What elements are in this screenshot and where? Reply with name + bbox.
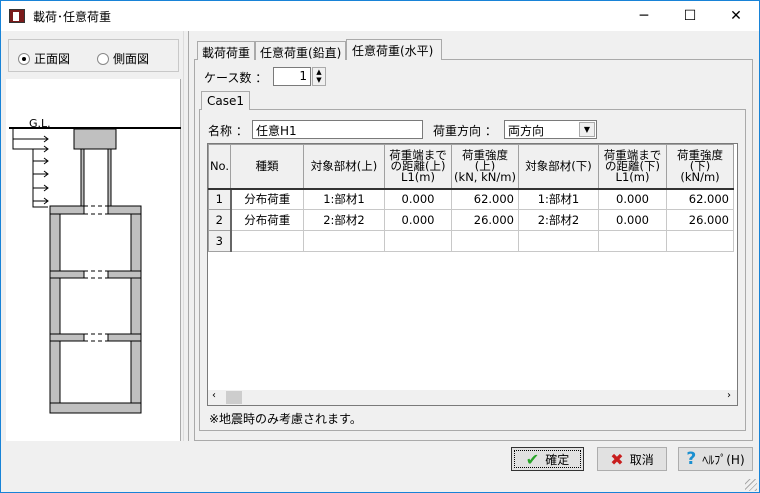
app-icon (9, 9, 25, 23)
cell-dist-top[interactable]: 0.000 (384, 188, 452, 210)
title-bar: 載荷･任意荷重 ─ ☐ ✕ (1, 1, 759, 31)
note-text: ※地震時のみ考慮されます。 (209, 412, 362, 426)
name-label: 名称 ： (208, 124, 248, 138)
header-line: 対象部材(下) (525, 158, 592, 173)
cell-dist-bottom[interactable]: 0.000 (598, 209, 667, 231)
load-block (12, 129, 48, 150)
cell-intensity-bottom[interactable] (666, 230, 734, 252)
radio-label: 正面図 (34, 52, 71, 66)
dialog-window: 載荷･任意荷重 ─ ☐ ✕ 正面図 側面図 G.L. 載荷荷重 任意荷重(鉛直)… (0, 0, 760, 493)
cell-intensity-bottom[interactable]: 62.000 (666, 188, 734, 210)
help-label: ﾍﾙﾌﾟ(H) (702, 452, 745, 467)
scroll-right-icon[interactable]: › (727, 390, 731, 401)
window-title: 載荷･任意荷重 (33, 10, 112, 24)
tab-arbitrary-horizontal[interactable]: 任意荷重(水平) (346, 39, 443, 60)
tab-loading-load[interactable]: 載荷荷重 (197, 41, 256, 60)
panel-splitter[interactable] (183, 31, 189, 441)
cell-type[interactable]: 分布荷重 (230, 209, 304, 231)
name-input[interactable]: 任意H1 (252, 120, 423, 139)
maximize-button[interactable]: ☐ (667, 1, 713, 31)
scroll-thumb[interactable] (226, 391, 242, 404)
cell-dist-bottom[interactable] (598, 230, 667, 252)
cell-member-top[interactable] (303, 230, 385, 252)
cell-intensity-top[interactable]: 26.000 (451, 209, 519, 231)
cell-member-top[interactable]: 2:部材2 (303, 209, 385, 231)
column-header[interactable]: 種類 (230, 144, 304, 190)
header-line: L1(m) (401, 169, 435, 184)
row-header[interactable]: 3 (208, 230, 232, 252)
cell-dist-top[interactable]: 0.000 (384, 209, 452, 231)
column-header[interactable]: No. (208, 144, 231, 190)
row-header[interactable]: 2 (208, 209, 232, 231)
load-table: No. 種類 対象部材(上) 荷重端まで の距離(上) L1(m) 荷重強度 (上) (kN, … (207, 143, 738, 406)
case-count-input[interactable]: 1 (273, 67, 311, 86)
cell-type[interactable] (230, 230, 304, 252)
cell-dist-top[interactable] (384, 230, 452, 252)
table-header-row: No. 種類 対象部材(上) 荷重端まで の距離(上) L1(m) 荷重強度 (上) (kN, … (208, 144, 734, 190)
direction-select[interactable]: 両方向 ▼ (504, 120, 597, 139)
table-row: 3 (208, 230, 734, 252)
case-count-spinner[interactable]: ▲ ▼ (312, 67, 326, 86)
help-button[interactable]: ? ﾍﾙﾌﾟ(H) (678, 447, 753, 471)
table-row: 1 分布荷重 1:部材1 0.000 62.000 1:部材1 0.000 62.000 (208, 188, 734, 210)
header-line: L1(m) (615, 169, 650, 184)
tab-case1[interactable]: Case1 (201, 91, 251, 110)
cell-intensity-top[interactable]: 62.000 (451, 188, 519, 210)
column-header[interactable]: 対象部材(上) (303, 144, 385, 190)
header-line: (kN/m) (680, 169, 720, 184)
cell-intensity-top[interactable] (451, 230, 519, 252)
ok-button[interactable]: ✔ 確定 (511, 447, 584, 471)
direction-value: 両方向 (508, 124, 545, 138)
scroll-left-icon[interactable]: ‹ (212, 390, 216, 401)
radio-label: 側面図 (113, 52, 150, 66)
cancel-button[interactable]: ✖ 取消 (597, 447, 667, 471)
header-line: No. (209, 158, 230, 173)
view-radio-group: 正面図 側面図 (8, 39, 179, 72)
close-button[interactable]: ✕ (713, 1, 759, 31)
cell-member-top[interactable]: 1:部材1 (303, 188, 385, 210)
header-line: 種類 (255, 158, 279, 173)
pile-cap (73, 128, 117, 150)
column-header[interactable]: 荷重強度 (下) (kN/m) (666, 144, 734, 190)
radio-side-view[interactable]: 側面図 (97, 50, 149, 67)
minimize-button[interactable]: ─ (621, 1, 667, 31)
help-icon: ? (686, 449, 697, 469)
row-header[interactable]: 1 (208, 188, 232, 210)
header-line: (kN, kN/m) (454, 169, 516, 184)
horizontal-scrollbar[interactable]: ‹ › (208, 390, 737, 405)
cell-member-bottom[interactable]: 2:部材2 (518, 209, 599, 231)
tab-arbitrary-vertical[interactable]: 任意荷重(鉛直) (255, 41, 347, 60)
x-icon: ✖ (610, 449, 624, 469)
structure-drawing: G.L. (6, 79, 181, 441)
header-line: 対象部材(上) (310, 158, 378, 173)
cell-dist-bottom[interactable]: 0.000 (598, 188, 667, 210)
direction-label: 荷重方向 ： (433, 124, 497, 138)
structure-diagram: G.L. (9, 117, 181, 414)
chevron-down-icon[interactable]: ▼ (579, 122, 595, 137)
table-row: 2 分布荷重 2:部材2 0.000 26.000 2:部材2 0.000 26.000 (208, 209, 734, 231)
column-header[interactable]: 荷重強度 (上) (kN, kN/m) (451, 144, 519, 190)
case-count-label: ケース数 ： (204, 71, 268, 85)
column-header[interactable]: 荷重端まで の距離(下) L1(m) (598, 144, 667, 190)
column-header[interactable]: 対象部材(下) (518, 144, 599, 190)
caisson-frame (49, 205, 142, 414)
radio-dot-icon (97, 52, 109, 65)
cell-member-bottom[interactable] (518, 230, 599, 252)
cell-type[interactable]: 分布荷重 (230, 188, 304, 210)
load-arrows (33, 135, 49, 205)
cancel-label: 取消 (629, 452, 654, 467)
resize-grip[interactable] (745, 479, 757, 491)
checkmark-icon: ✔ (525, 449, 540, 469)
ok-label: 確定 (545, 452, 570, 467)
radio-dot-icon (18, 52, 30, 65)
radio-front-view[interactable]: 正面図 (18, 50, 70, 67)
cell-member-bottom[interactable]: 1:部材1 (518, 188, 599, 210)
cell-intensity-bottom[interactable]: 26.000 (666, 209, 734, 231)
column-header[interactable]: 荷重端まで の距離(上) L1(m) (384, 144, 452, 190)
